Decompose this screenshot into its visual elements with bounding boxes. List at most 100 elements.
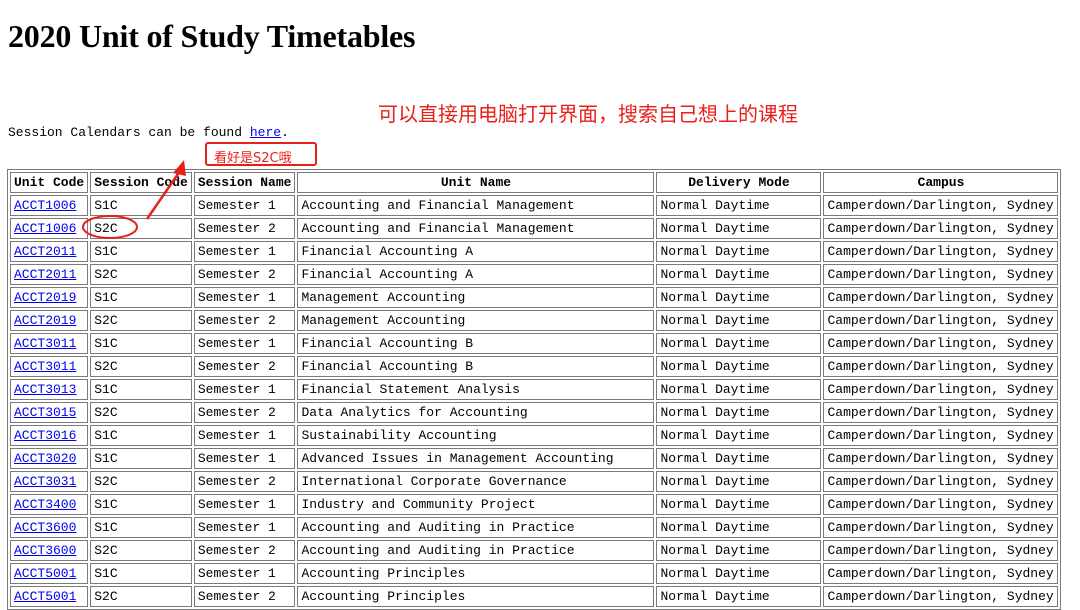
unit-code-link[interactable]: ACCT5001 [14,566,76,581]
annotation-main-text: 可以直接用电脑打开界面，搜索自己想上的课程 [378,102,798,126]
cell-unit-code: ACCT3020 [10,448,89,469]
unit-code-link[interactable]: ACCT3600 [14,543,76,558]
cell-campus: Camperdown/Darlington, Sydney [823,563,1059,584]
cell-unit-code: ACCT2019 [10,287,89,308]
cell-unit-code: ACCT2019 [10,310,89,331]
table-row: ACCT5001 S1C Semester 1 Accounting Principl… [10,563,1059,584]
unit-code-link[interactable]: ACCT3013 [14,382,76,397]
cell-unit-code: ACCT3011 [10,333,89,354]
cell-session-code: S1C [90,448,192,469]
unit-code-link[interactable]: ACCT2019 [14,313,76,328]
cell-session-code: S1C [90,333,192,354]
unit-code-link[interactable]: ACCT2011 [14,267,76,282]
cell-campus: Camperdown/Darlington, Sydney [823,356,1059,377]
cell-session-name: Semester 1 [193,425,296,446]
unit-code-link[interactable]: ACCT3011 [14,336,76,351]
intro-suffix: . [281,125,289,140]
cell-unit-code: ACCT1006 [10,218,89,239]
table-row: ACCT2011 S1C Semester 1 Financial Accountin… [10,241,1059,262]
cell-unit-code: ACCT3013 [10,379,89,400]
cell-delivery-mode: Normal Daytime [656,287,822,308]
cell-unit-name: Accounting and Auditing in Practice [297,540,655,561]
cell-session-name: Semester 2 [193,540,296,561]
cell-session-code: S1C [90,287,192,308]
cell-unit-code: ACCT3600 [10,540,89,561]
unit-code-link[interactable]: ACCT1006 [14,198,76,213]
cell-delivery-mode: Normal Daytime [656,540,822,561]
cell-session-code: S2C [90,402,192,423]
cell-session-code: S1C [90,241,192,262]
cell-unit-code: ACCT5001 [10,586,89,607]
unit-code-link[interactable]: ACCT3015 [14,405,76,420]
cell-session-name: Semester 1 [193,195,296,216]
unit-code-link[interactable]: ACCT2011 [14,244,76,259]
table-row: ACCT3015 S2C Semester 2 Data Analytics for … [10,402,1059,423]
cell-session-code: S2C [90,356,192,377]
unit-code-link[interactable]: ACCT3600 [14,520,76,535]
cell-unit-name: Management Accounting [297,287,655,308]
cell-campus: Camperdown/Darlington, Sydney [823,586,1059,607]
cell-unit-name: Financial Statement Analysis [297,379,655,400]
table-row: ACCT3031 S2C Semester 2 International Corpo… [10,471,1059,492]
cell-unit-name: Accounting Principles [297,586,655,607]
session-calendars-link[interactable]: here [250,125,281,140]
header-unit-code: Unit Code [10,172,89,193]
table-row: ACCT3020 S1C Semester 1 Advanced Issues in … [10,448,1059,469]
cell-session-code: S1C [90,494,192,515]
cell-session-name: Semester 1 [193,333,296,354]
table-row: ACCT3016 S1C Semester 1 Sustainability Acco… [10,425,1059,446]
unit-code-link[interactable]: ACCT3400 [14,497,76,512]
cell-session-name: Semester 2 [193,402,296,423]
cell-unit-code: ACCT3011 [10,356,89,377]
cell-unit-code: ACCT3031 [10,471,89,492]
unit-code-link[interactable]: ACCT2019 [14,290,76,305]
cell-unit-name: Accounting and Financial Management [297,195,655,216]
cell-session-name: Semester 1 [193,494,296,515]
table-row: ACCT3400 S1C Semester 1 Industry and Commun… [10,494,1059,515]
cell-delivery-mode: Normal Daytime [656,241,822,262]
cell-session-code: S2C [90,310,192,331]
cell-unit-name: Financial Accounting A [297,264,655,285]
cell-unit-name: Financial Accounting B [297,356,655,377]
cell-unit-name: Sustainability Accounting [297,425,655,446]
table-row: ACCT1006 S1C Semester 1 Accounting and Fina… [10,195,1059,216]
cell-campus: Camperdown/Darlington, Sydney [823,494,1059,515]
cell-delivery-mode: Normal Daytime [656,425,822,446]
cell-unit-name: Financial Accounting A [297,241,655,262]
cell-unit-name: International Corporate Governance [297,471,655,492]
cell-unit-name: Accounting and Auditing in Practice [297,517,655,538]
cell-unit-code: ACCT5001 [10,563,89,584]
cell-session-code: S1C [90,195,192,216]
cell-unit-name: Accounting and Financial Management [297,218,655,239]
header-session-name: Session Name [193,172,296,193]
cell-delivery-mode: Normal Daytime [656,563,822,584]
cell-campus: Camperdown/Darlington, Sydney [823,241,1059,262]
cell-campus: Camperdown/Darlington, Sydney [823,218,1059,239]
cell-unit-name: Accounting Principles [297,563,655,584]
table-row: ACCT3600 S2C Semester 2 Accounting and Audi… [10,540,1059,561]
header-delivery-mode: Delivery Mode [656,172,822,193]
table-row: ACCT2019 S2C Semester 2 Management Accounti… [10,310,1059,331]
unit-code-link[interactable]: ACCT1006 [14,221,76,236]
table-header-row: Unit Code Session Code Session Name Unit… [10,172,1059,193]
cell-session-code: S2C [90,540,192,561]
cell-delivery-mode: Normal Daytime [656,471,822,492]
unit-code-link[interactable]: ACCT3020 [14,451,76,466]
cell-campus: Camperdown/Darlington, Sydney [823,517,1059,538]
cell-unit-code: ACCT3016 [10,425,89,446]
cell-session-name: Semester 1 [193,287,296,308]
page-title: 2020 Unit of Study Timetables [8,18,416,54]
unit-code-link[interactable]: ACCT3011 [14,359,76,374]
cell-unit-code: ACCT3600 [10,517,89,538]
cell-unit-name: Advanced Issues in Management Accounting [297,448,655,469]
header-session-code: Session Code [90,172,192,193]
cell-campus: Camperdown/Darlington, Sydney [823,448,1059,469]
unit-code-link[interactable]: ACCT3031 [14,474,76,489]
cell-session-code: S2C [90,586,192,607]
intro-prefix: Session Calendars can be found [8,125,250,140]
unit-code-link[interactable]: ACCT5001 [14,589,76,604]
cell-session-code: S2C [90,218,192,239]
cell-session-name: Semester 2 [193,218,296,239]
unit-code-link[interactable]: ACCT3016 [14,428,76,443]
table-row: ACCT3011 S2C Semester 2 Financial Accountin… [10,356,1059,377]
